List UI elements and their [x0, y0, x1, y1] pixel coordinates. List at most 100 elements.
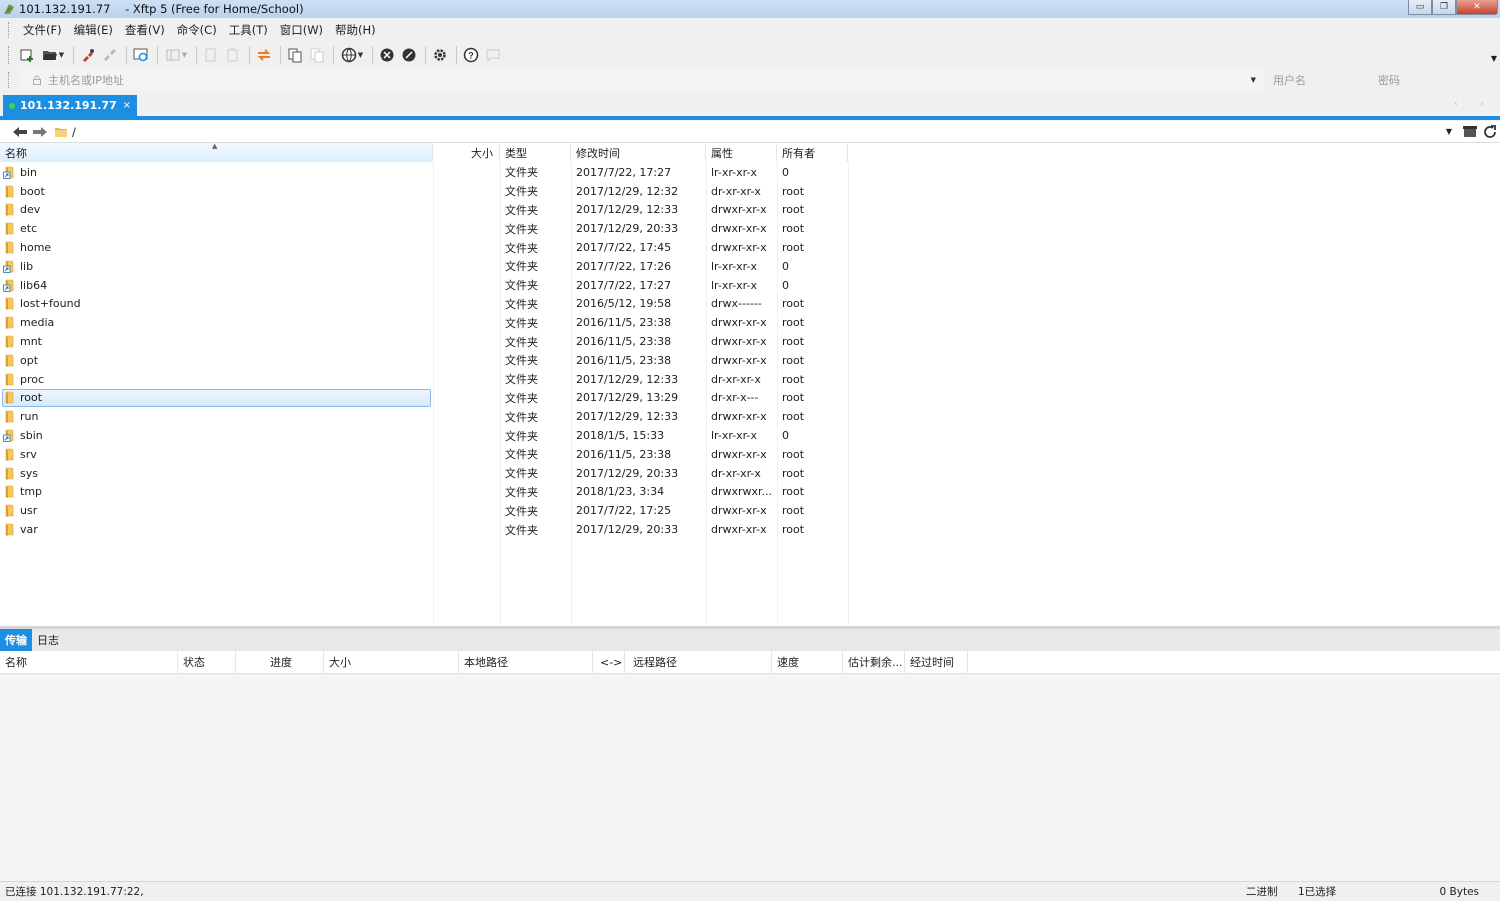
cell-type: 文件夹	[505, 166, 538, 180]
table-row[interactable]: run 文件夹 2017/12/29, 12:33 drwxr-xr-x root	[0, 407, 1500, 426]
file-name: var	[20, 523, 38, 537]
table-row[interactable]: var 文件夹 2017/12/29, 20:33 drwxr-xr-x root	[0, 520, 1500, 539]
cell-name: tmp	[0, 483, 433, 502]
column-type[interactable]: 类型	[500, 143, 571, 162]
menu-command[interactable]: 命令(C)	[171, 22, 223, 38]
menu-file[interactable]: 文件(F)	[17, 22, 68, 38]
disconnect-button[interactable]	[100, 45, 120, 65]
session-tab[interactable]: 101.132.191.77 ×	[3, 95, 137, 116]
paste-button[interactable]	[223, 45, 243, 65]
transfer-column-size[interactable]: 大小	[324, 651, 459, 673]
transfer-mode[interactable]: 二进制	[1246, 884, 1278, 899]
cell-size	[433, 351, 500, 370]
transfer-column-name[interactable]: 名称	[0, 651, 178, 673]
table-row[interactable]: root 文件夹 2017/12/29, 13:29 dr-xr-x--- root	[0, 388, 1500, 408]
file-name: sbin	[20, 429, 43, 443]
file-copy-button[interactable]	[285, 45, 305, 65]
message-button[interactable]	[483, 45, 503, 65]
copy-button[interactable]	[201, 45, 221, 65]
cell-size	[433, 295, 500, 314]
table-row[interactable]: boot 文件夹 2017/12/29, 12:32 dr-xr-xr-x root	[0, 182, 1500, 201]
filter-icon[interactable]	[1462, 124, 1478, 140]
file-name: lost+found	[20, 297, 81, 311]
table-row[interactable]: opt 文件夹 2016/11/5, 23:38 drwxr-xr-x root	[0, 351, 1500, 370]
session-tab-close-button[interactable]: ×	[123, 100, 131, 111]
column-modified[interactable]: 修改时间	[571, 143, 706, 162]
title-bar: 101.132.191.77 - Xftp 5 (Free for Home/S…	[0, 0, 1500, 18]
transfer-column-elapsed[interactable]: 经过时间	[905, 651, 968, 673]
username-input[interactable]: 用户名	[1267, 70, 1372, 90]
xftp-logo-icon	[4, 4, 14, 14]
transfer-column-speed[interactable]: 速度	[772, 651, 843, 673]
xshell-button[interactable]	[377, 45, 397, 65]
table-row[interactable]: tmp 文件夹 2018/1/23, 3:34 drwxrwxr... root	[0, 483, 1500, 502]
copy-icon	[205, 48, 216, 62]
cell-type: 文件夹	[505, 448, 538, 462]
new-session-button[interactable]	[17, 45, 37, 65]
table-row[interactable]: lib 文件夹 2017/7/22, 17:26 lr-xr-xr-x 0	[0, 257, 1500, 276]
menu-window[interactable]: 窗口(W)	[274, 22, 329, 38]
table-row[interactable]: lost+found 文件夹 2016/5/12, 19:58 drwx------ r…	[0, 295, 1500, 314]
toolbar-separator	[372, 46, 373, 64]
path-input[interactable]: /	[72, 125, 76, 139]
sync-button[interactable]	[254, 45, 274, 65]
host-dropdown-icon[interactable]: ▼	[1251, 76, 1256, 84]
cell-owner: root	[782, 316, 805, 330]
transfer-column-eta[interactable]: 估计剩余...	[843, 651, 905, 673]
close-button[interactable]: ✕	[1456, 0, 1498, 15]
column-attributes[interactable]: 属性	[706, 143, 777, 162]
table-row[interactable]: proc 文件夹 2017/12/29, 12:33 dr-xr-xr-x root	[0, 370, 1500, 389]
cell-name: var	[0, 520, 433, 539]
gear-icon	[434, 49, 446, 61]
table-row[interactable]: sys 文件夹 2017/12/29, 20:33 dr-xr-xr-x root	[0, 464, 1500, 483]
xftp-button[interactable]	[399, 45, 419, 65]
minimize-button[interactable]: ▭	[1408, 0, 1432, 15]
table-row[interactable]: bin 文件夹 2017/7/22, 17:27 lr-xr-xr-x 0	[0, 163, 1500, 182]
menu-help[interactable]: 帮助(H)	[329, 22, 382, 38]
help-button[interactable]: ?	[461, 45, 481, 65]
table-row[interactable]: dev 文件夹 2017/12/29, 12:33 drwxr-xr-x root	[0, 201, 1500, 220]
forward-button[interactable]	[30, 123, 50, 141]
path-dropdown-icon[interactable]: ▼	[1446, 127, 1452, 136]
transfer-column-remote-path[interactable]: 远程路径	[625, 651, 772, 673]
menu-edit[interactable]: 编辑(E)	[68, 22, 119, 38]
cell-type: 文件夹	[505, 354, 538, 368]
file-paste-button[interactable]	[307, 45, 327, 65]
transfer-column-status[interactable]: 状态	[178, 651, 236, 673]
host-input[interactable]: 主机名或IP地址 ▼	[19, 70, 1264, 90]
column-owner[interactable]: 所有者	[777, 143, 848, 162]
restore-button[interactable]: ❐	[1432, 0, 1456, 15]
transfer-column-local-path[interactable]: 本地路径	[459, 651, 593, 673]
password-input[interactable]: 密码	[1372, 70, 1477, 90]
transfer-column-progress[interactable]: 进度	[236, 651, 324, 673]
table-row[interactable]: media 文件夹 2016/11/5, 23:38 drwxr-xr-x root	[0, 313, 1500, 332]
transfer-column-direction[interactable]: <->	[593, 651, 625, 673]
tab-log[interactable]: 日志	[32, 629, 64, 651]
table-row[interactable]: mnt 文件夹 2016/11/5, 23:38 drwxr-xr-x root	[0, 332, 1500, 351]
options-button[interactable]	[430, 45, 450, 65]
address-grip	[8, 72, 11, 88]
connect-button[interactable]	[78, 45, 98, 65]
cell-size	[433, 520, 500, 539]
layout-button[interactable]: ▼	[162, 45, 190, 65]
globe-button[interactable]: ▼	[338, 45, 366, 65]
tab-scroll-arrows-icon[interactable]: ‹ ›	[1454, 99, 1494, 109]
back-button[interactable]	[10, 123, 30, 141]
table-row[interactable]: usr 文件夹 2017/7/22, 17:25 drwxr-xr-x root	[0, 501, 1500, 520]
column-filler	[848, 143, 1500, 162]
table-row[interactable]: home 文件夹 2017/7/22, 17:45 drwxr-xr-x root	[0, 238, 1500, 257]
column-size[interactable]: 大小	[433, 143, 500, 162]
table-row[interactable]: lib64 文件夹 2017/7/22, 17:27 lr-xr-xr-x 0	[0, 276, 1500, 295]
refresh-icon[interactable]	[1482, 124, 1498, 140]
menu-view[interactable]: 查看(V)	[119, 22, 171, 38]
table-row[interactable]: srv 文件夹 2016/11/5, 23:38 drwxr-xr-x root	[0, 445, 1500, 464]
cell-owner: root	[782, 297, 805, 311]
table-row[interactable]: sbin 文件夹 2018/1/5, 15:33 lr-xr-xr-x 0	[0, 426, 1500, 445]
refresh-view-button[interactable]	[131, 45, 151, 65]
transfer-list[interactable]	[0, 675, 1500, 881]
menu-tools[interactable]: 工具(T)	[223, 22, 274, 38]
tab-transfer[interactable]: 传输	[0, 629, 32, 651]
table-row[interactable]: etc 文件夹 2017/12/29, 20:33 drwxr-xr-x root	[0, 219, 1500, 238]
open-session-button[interactable]: ▼	[39, 45, 67, 65]
toolbar-overflow-icon[interactable]: ▼	[1491, 54, 1497, 63]
